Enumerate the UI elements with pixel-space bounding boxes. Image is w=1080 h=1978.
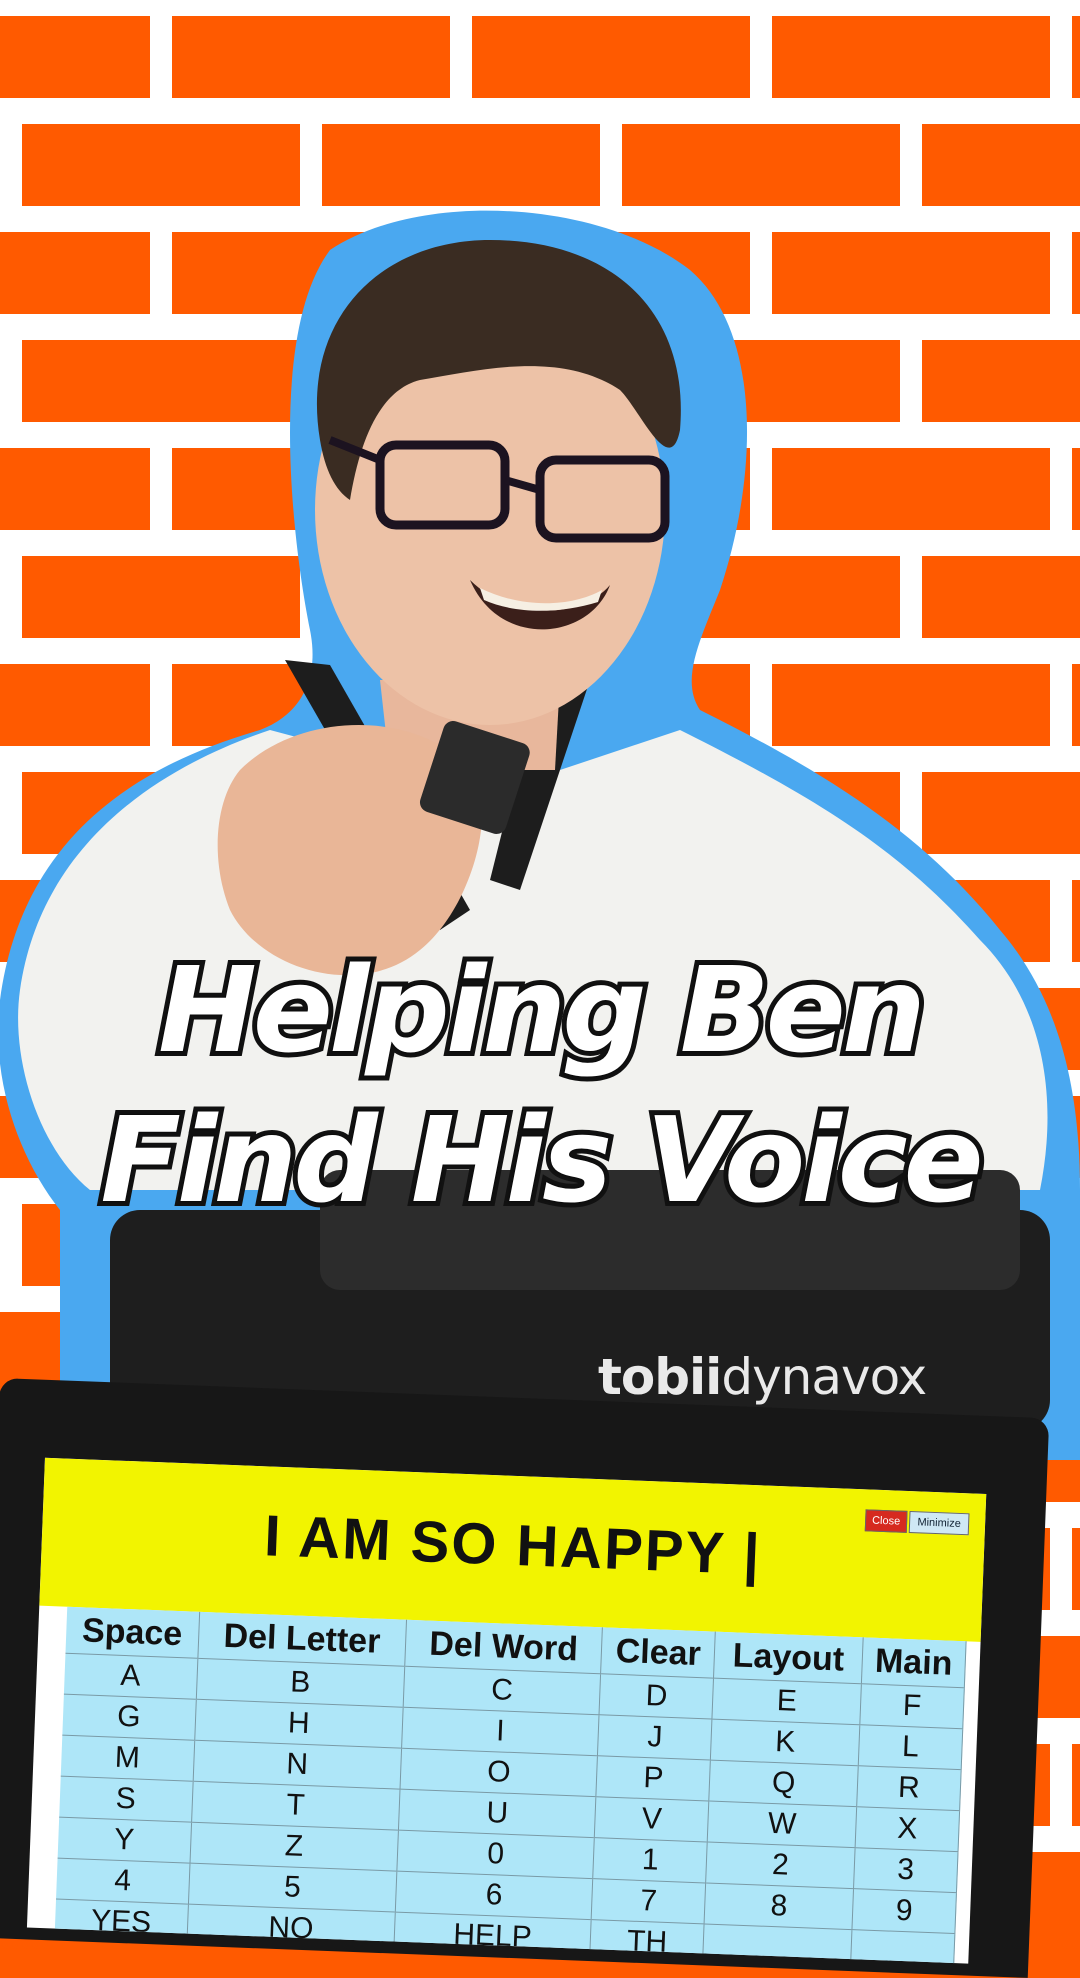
letter-key[interactable]: X xyxy=(855,1806,960,1852)
letter-key[interactable]: D xyxy=(599,1673,714,1720)
letter-key[interactable]: K xyxy=(710,1719,860,1766)
letter-key[interactable]: F xyxy=(859,1683,965,1729)
video-title: Helping Ben Find His Voice xyxy=(0,935,1080,1235)
letter-key[interactable]: M xyxy=(60,1735,195,1782)
mortar-joint xyxy=(900,118,922,216)
letter-key[interactable]: A xyxy=(63,1653,198,1700)
letter-key[interactable]: G xyxy=(62,1694,196,1741)
mortar-joint xyxy=(1050,10,1072,108)
mortar-joint xyxy=(1050,1738,1072,1836)
letter-key[interactable]: HELP xyxy=(393,1912,592,1961)
composed-message: I AM SO HAPPY | xyxy=(263,1503,763,1588)
letter-key[interactable]: TH xyxy=(589,1919,705,1964)
mortar-joint xyxy=(450,10,472,108)
mortar-joint xyxy=(300,118,322,216)
brand-light-text: dynavox xyxy=(721,1348,927,1406)
mortar-joint xyxy=(0,118,22,216)
letter-key[interactable]: J xyxy=(597,1714,713,1761)
mortar-joint xyxy=(600,118,622,216)
layout-key[interactable]: Layout xyxy=(713,1631,864,1684)
letter-key[interactable]: Q xyxy=(709,1760,859,1807)
communication-tablet: Close Minimize I AM SO HAPPY | Space Del… xyxy=(0,1378,1050,1978)
letter-key[interactable] xyxy=(850,1929,955,1964)
letter-key[interactable]: S xyxy=(59,1776,193,1823)
letter-key[interactable]: V xyxy=(594,1796,710,1843)
letter-key[interactable]: 4 xyxy=(56,1858,190,1905)
space-key[interactable]: Space xyxy=(65,1606,200,1659)
title-line-2: Find His Voice xyxy=(95,1086,988,1234)
letter-keyboard-grid: Space Del Letter Del Word Clear Layout M… xyxy=(54,1606,967,1964)
mortar-joint xyxy=(150,10,172,108)
title-line-1: Helping Ben xyxy=(153,936,931,1084)
tablet-screen: Close Minimize I AM SO HAPPY | Space Del… xyxy=(26,1457,987,1964)
mortar-joint xyxy=(750,10,772,108)
letter-key[interactable]: 1 xyxy=(593,1837,708,1883)
brand-bold-text: tobii xyxy=(598,1348,722,1406)
letter-key[interactable]: E xyxy=(712,1678,862,1725)
letter-key[interactable]: L xyxy=(858,1724,963,1770)
person-photo xyxy=(0,210,1080,1460)
letter-key[interactable]: Y xyxy=(57,1817,192,1864)
clear-key[interactable]: Clear xyxy=(600,1627,716,1679)
letter-key[interactable] xyxy=(702,1923,852,1964)
letter-key[interactable]: 9 xyxy=(851,1888,957,1934)
main-key[interactable]: Main xyxy=(861,1637,967,1688)
letter-key[interactable]: R xyxy=(856,1765,962,1811)
letter-key[interactable]: 2 xyxy=(705,1842,856,1889)
letter-key[interactable]: 8 xyxy=(704,1882,854,1930)
delete-letter-key[interactable]: Del Letter xyxy=(197,1611,407,1667)
letter-key[interactable]: 7 xyxy=(591,1878,706,1924)
device-brand-logo: tobiidynavox xyxy=(598,1348,927,1406)
letter-key[interactable]: W xyxy=(707,1801,857,1848)
letter-key[interactable]: P xyxy=(596,1755,711,1802)
mortar-joint xyxy=(1050,1522,1072,1620)
letter-key[interactable]: YES xyxy=(54,1899,189,1945)
delete-word-key[interactable]: Del Word xyxy=(404,1619,603,1674)
letter-key[interactable]: NO xyxy=(186,1904,396,1953)
letter-key[interactable]: 3 xyxy=(853,1847,959,1893)
